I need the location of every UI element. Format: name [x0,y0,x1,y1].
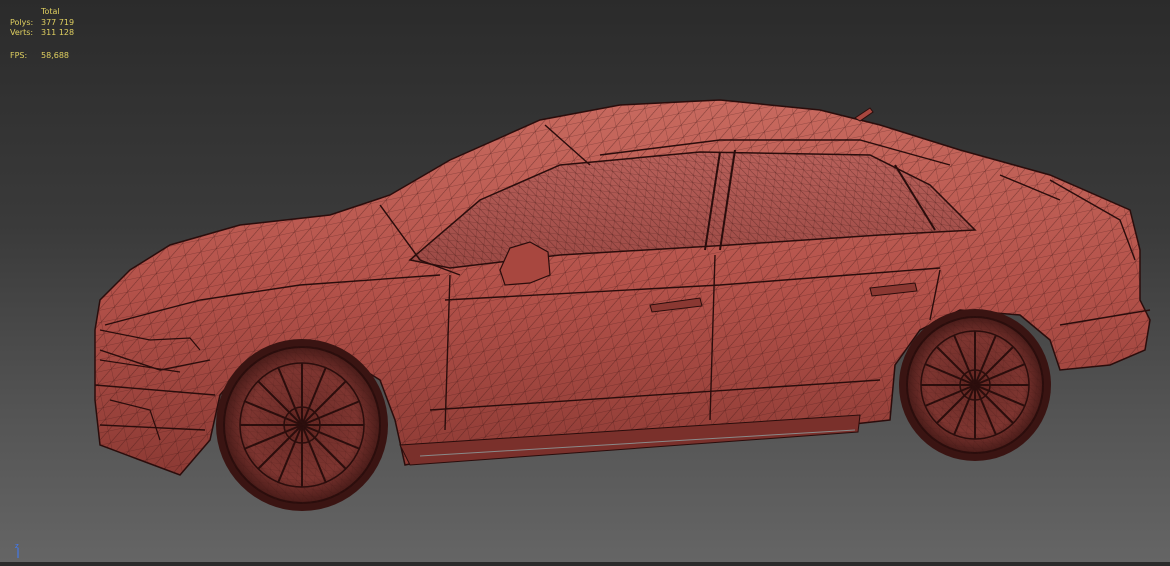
verts-label: Verts: [10,28,34,37]
front-wheel [216,339,388,511]
axis-gizmo-icon[interactable]: z [12,540,32,560]
polys-value: 377 719 [41,17,75,27]
polys-label: Polys: [10,17,34,27]
verts-value: 311 128 [41,28,75,37]
roof-antenna [854,107,874,122]
stats-header: Total [41,7,60,16]
car-wireframe-model[interactable] [0,0,1170,562]
axis-z-label: z [15,542,19,550]
fps-label: FPS: [10,50,28,60]
fps-value: 58,688 [41,50,69,60]
viewport-3d[interactable]: Total Polys: 377 719 Verts: 311 128 FPS:… [0,0,1170,562]
rear-wheel [899,309,1051,461]
